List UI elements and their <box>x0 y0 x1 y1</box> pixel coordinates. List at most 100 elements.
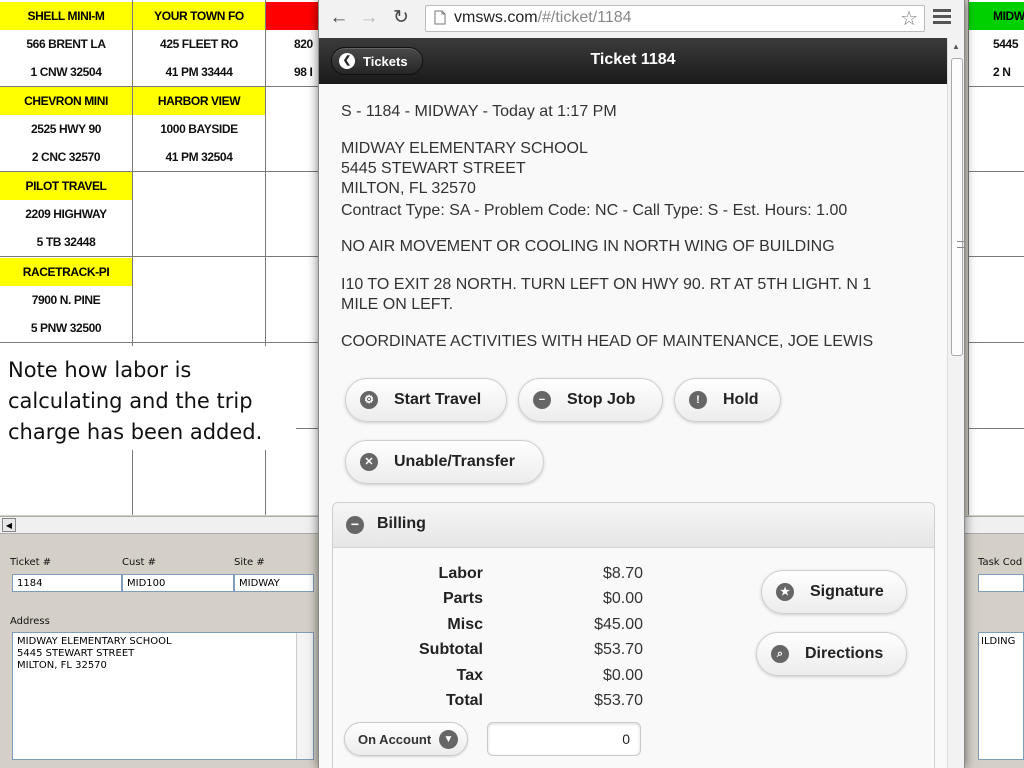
customer-number-field[interactable]: MID100 <box>122 574 234 592</box>
billing-value: $45.00 <box>594 616 643 633</box>
row-divider <box>969 428 1024 429</box>
bookmark-star-icon[interactable]: ☆ <box>900 6 918 31</box>
stop-job-button[interactable]: − Stop Job <box>518 378 663 422</box>
address-label: Address <box>10 616 50 627</box>
ticket-number-label: Ticket # <box>10 557 52 568</box>
billing-row: Total $53.70 <box>333 692 673 716</box>
site-title-cell[interactable]: HARBOR VIEW <box>133 87 265 115</box>
browser-toolbar: ← → ↻ vmsws.com/#/ticket/1184 ☆ <box>319 0 964 39</box>
start-travel-button[interactable]: ⚙ Start Travel <box>345 378 507 422</box>
site-number-label: Site # <box>234 557 265 568</box>
billing-label: Labor <box>438 565 483 582</box>
site-title-cell[interactable]: MIDW <box>969 2 1024 30</box>
ticket-number-field[interactable]: 1184 <box>12 574 122 592</box>
billing-value: $0.00 <box>602 667 643 684</box>
back-arrow-icon[interactable]: ← <box>327 6 351 30</box>
url-path: /#/ticket/1184 <box>537 9 632 26</box>
row-divider <box>969 256 1024 257</box>
address-scrollbar[interactable] <box>296 633 313 759</box>
billing-label: Parts <box>442 590 483 607</box>
row-divider <box>0 342 132 343</box>
url-text: vmsws.com/#/ticket/1184 <box>454 9 632 27</box>
menu-icon[interactable] <box>933 9 951 27</box>
signature-label: Signature <box>810 583 884 600</box>
star-icon: ★ <box>776 583 794 601</box>
contract-details: Contract Type: SA - Problem Code: NC - C… <box>341 202 848 219</box>
chevron-down-icon: ▼ <box>439 730 458 749</box>
billing-collapsible-header[interactable]: − Billing <box>333 503 934 548</box>
directions-button[interactable]: ⌕ Directions <box>756 632 907 676</box>
row-divider <box>133 342 265 343</box>
forward-arrow-icon[interactable]: → <box>357 6 381 30</box>
annotation-callout: Note how labor is calculating and the tr… <box>0 346 296 450</box>
problem-text-fragment: ILDING <box>981 636 1016 647</box>
problem-description: NO AIR MOVEMENT OR COOLING IN NORTH WING… <box>341 238 835 255</box>
browser-window: ← → ↻ vmsws.com/#/ticket/1184 ☆ ❮ Ticket… <box>318 0 965 768</box>
page-vertical-scrollbar[interactable]: ▲ <box>947 38 964 768</box>
address-textarea[interactable]: MIDWAY ELEMENTARY SCHOOL 5445 STEWART ST… <box>12 632 314 760</box>
row-divider <box>969 86 1024 87</box>
start-travel-label: Start Travel <box>394 391 482 408</box>
reload-icon[interactable]: ↻ <box>389 6 413 30</box>
payment-method-select[interactable]: On Account ▼ <box>344 722 468 756</box>
billing-row: Subtotal $53.70 <box>333 641 673 665</box>
billing-value: $8.70 <box>602 565 643 582</box>
page-header: ❮ Tickets Ticket 1184 <box>319 38 947 84</box>
site-number-field[interactable]: MIDWAY <box>234 574 314 592</box>
problem-textarea[interactable]: ILDING <box>978 632 1024 760</box>
payment-method-value: On Account <box>358 731 432 747</box>
address-line: 5445 STEWART STREET <box>17 648 135 659</box>
scrollbar-thumb[interactable] <box>951 58 964 356</box>
billing-label: Misc <box>447 616 483 633</box>
site-address-cell: 7900 N. PINE <box>31 293 101 307</box>
scroll-left-icon[interactable]: ◀ <box>2 518 16 532</box>
site-street: 5445 STEWART STREET <box>341 160 526 177</box>
page-title: Ticket 1184 <box>590 51 676 68</box>
minus-icon: − <box>346 516 364 534</box>
site-code-cell: 2 N <box>993 65 1011 79</box>
special-instructions: COORDINATE ACTIVITIES WITH HEAD OF MAINT… <box>341 333 874 350</box>
row-divider <box>133 256 265 257</box>
unable-transfer-button[interactable]: ✕ Unable/Transfer <box>345 440 544 484</box>
site-city: MILTON, FL 32570 <box>341 180 476 197</box>
site-address-cell: 2525 HWY 90 <box>30 122 102 136</box>
site-title-cell[interactable]: YOUR TOWN FO <box>133 2 265 30</box>
billing-row: Misc $45.00 <box>333 616 673 640</box>
row-divider <box>133 171 265 172</box>
task-code-label: Task Cod <box>978 557 1023 568</box>
dispatch-grid-right: MIDW 5445 2 N <box>968 0 1024 515</box>
site-code-cell: 1 CNW 32504 <box>30 65 102 79</box>
site-code-cell: 5 TB 32448 <box>36 235 96 249</box>
site-code-cell: 41 PM 32504 <box>165 150 233 164</box>
billing-title: Billing <box>377 515 426 532</box>
site-title-cell[interactable]: SHELL MINI-M <box>0 2 132 30</box>
billing-label: Total <box>445 692 483 709</box>
payment-amount-input[interactable]: 0 <box>487 722 641 756</box>
billing-row: Tax $0.00 <box>333 667 673 691</box>
scroll-up-icon[interactable]: ▲ <box>952 42 960 51</box>
signature-button[interactable]: ★ Signature <box>761 570 907 614</box>
row-divider <box>969 342 1024 343</box>
billing-label: Subtotal <box>419 641 483 658</box>
directions-line-1: I10 TO EXIT 28 NORTH. TURN LEFT ON HWY 9… <box>341 276 872 293</box>
task-code-field[interactable] <box>978 574 1024 592</box>
billing-row: Parts $0.00 <box>333 590 673 614</box>
address-bar[interactable]: vmsws.com/#/ticket/1184 ☆ <box>425 5 925 32</box>
site-address-cell: 566 BRENT LA <box>26 37 106 51</box>
address-line: MILTON, FL 32570 <box>17 660 107 671</box>
stop-job-label: Stop Job <box>567 391 636 408</box>
site-title-cell[interactable]: PILOT TRAVEL <box>0 172 132 200</box>
billing-value: $53.70 <box>594 692 643 709</box>
address-line: MIDWAY ELEMENTARY SCHOOL <box>17 636 172 647</box>
hold-button[interactable]: ! Hold <box>674 378 781 422</box>
billing-value: $0.00 <box>602 590 643 607</box>
hold-label: Hold <box>723 391 759 408</box>
page-content: ❮ Tickets Ticket 1184 S - 1184 - MIDWAY … <box>319 38 947 768</box>
site-title-cell[interactable]: RACETRACK-PI <box>0 258 132 286</box>
row-divider <box>969 171 1024 172</box>
billing-value: $53.70 <box>594 641 643 658</box>
site-title-cell[interactable]: CHEVRON MINI <box>0 87 132 115</box>
ticket-summary: S - 1184 - MIDWAY - Today at 1:17 PM <box>341 103 617 120</box>
directions-line-2: MILE ON LEFT. <box>341 296 454 313</box>
customer-number-label: Cust # <box>122 557 157 568</box>
